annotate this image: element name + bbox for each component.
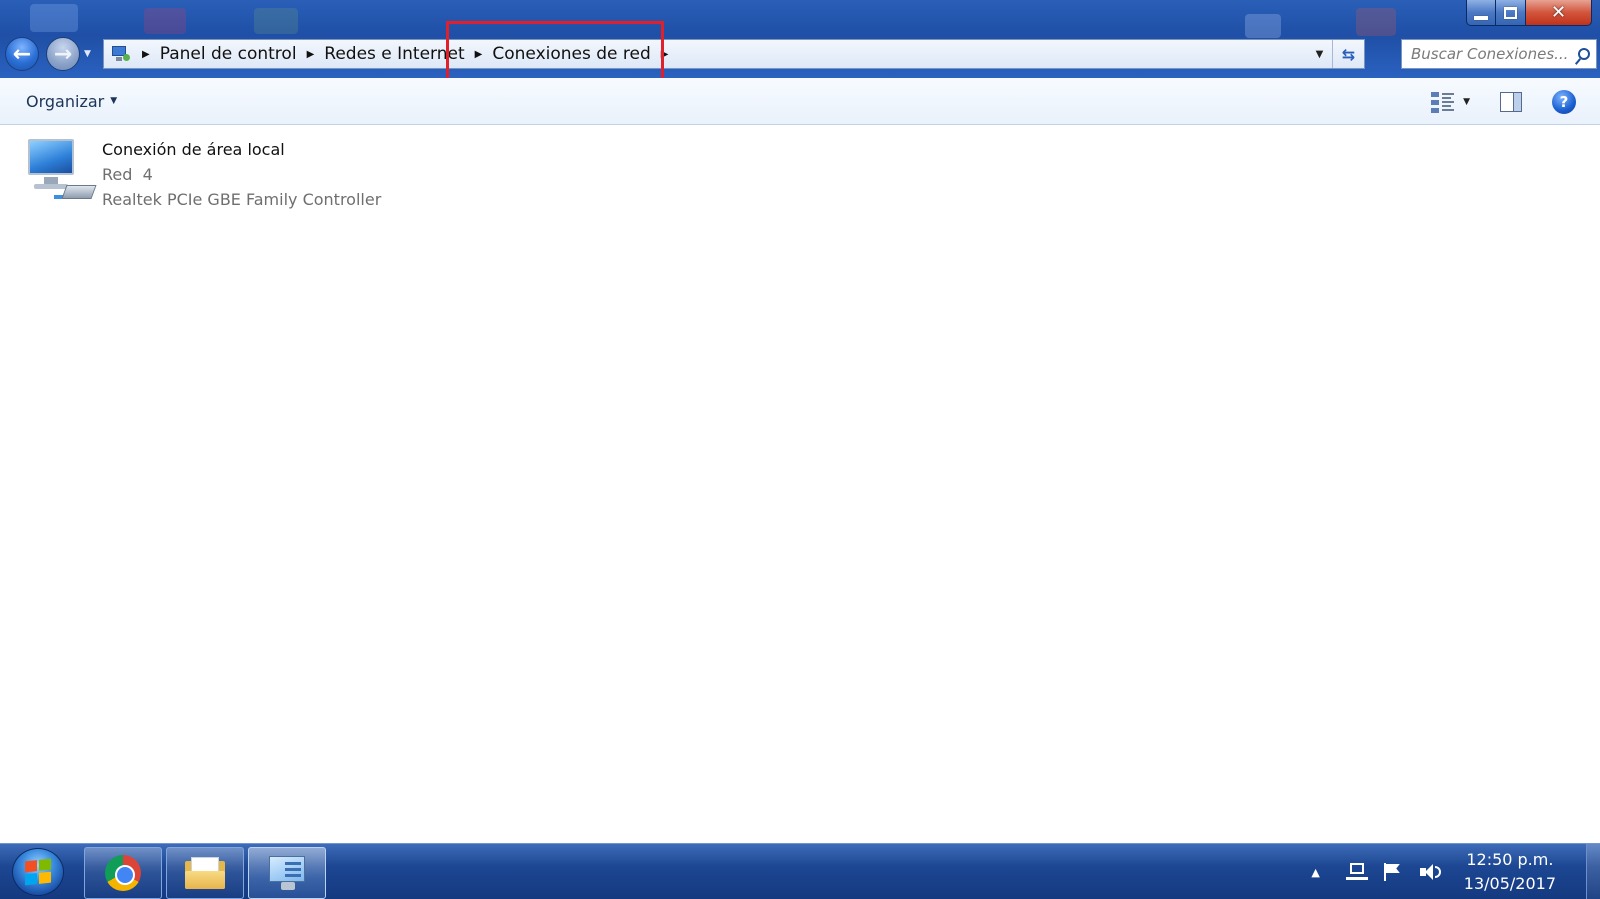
chevron-right-icon[interactable]: ▶ — [142, 49, 150, 60]
chrome-icon — [105, 855, 141, 891]
show-desktop-button[interactable] — [1586, 844, 1600, 899]
background-ghost — [1356, 8, 1396, 36]
system-tray: ▲ 12:50 p.m. 13/05/2017 — [1311, 844, 1600, 899]
clock-date: 13/05/2017 — [1463, 874, 1556, 893]
command-bar-right: ▼ ? — [1431, 78, 1600, 125]
taskbar-control-panel[interactable] — [248, 847, 326, 899]
background-ghost — [30, 4, 78, 32]
chevron-down-icon: ▼ — [110, 96, 118, 106]
clock-time: 12:50 p.m. — [1466, 850, 1554, 869]
close-button[interactable]: ✕ — [1526, 0, 1592, 26]
search-input[interactable] — [1402, 45, 1572, 63]
window-chrome: ✕ ← → ▼ ▶ Panel de control ▶ Redes e Int… — [0, 0, 1600, 78]
connections-list[interactable]: Conexión de área local Red 4 Realtek PCI… — [0, 125, 1600, 843]
volume-icon[interactable] — [1419, 863, 1442, 881]
help-icon: ? — [1559, 92, 1569, 111]
list-item-local-area-connection[interactable]: Conexión de área local Red 4 Realtek PCI… — [20, 137, 381, 212]
back-button[interactable]: ← — [5, 37, 39, 71]
search-box[interactable] — [1401, 39, 1597, 69]
chevron-right-icon[interactable]: ▶ — [475, 49, 483, 60]
recent-pages-dropdown[interactable]: ▼ — [84, 49, 91, 59]
windows-logo-icon — [25, 858, 51, 886]
chevron-right-icon[interactable]: ▶ — [661, 49, 669, 60]
connection-name: Conexión de área local — [102, 140, 285, 159]
taskbar-file-explorer[interactable] — [166, 847, 244, 899]
file-explorer-icon — [185, 857, 225, 889]
chevron-right-icon[interactable]: ▶ — [307, 49, 315, 60]
show-hidden-icons-button[interactable]: ▲ — [1311, 866, 1319, 879]
help-button[interactable]: ? — [1552, 89, 1576, 114]
organize-menu-button[interactable]: Organizar ▼ — [26, 92, 117, 111]
arrow-left-icon: ← — [12, 41, 32, 67]
breadcrumb-network-connections[interactable]: Conexiones de red — [492, 44, 650, 64]
view-options-dropdown[interactable]: ▼ — [1463, 97, 1470, 107]
maximize-button[interactable] — [1496, 0, 1526, 26]
network-connection-icon — [20, 137, 97, 209]
refresh-button[interactable]: ⇆ — [1332, 40, 1364, 68]
control-panel-icon — [267, 856, 307, 890]
arrow-right-icon: → — [53, 41, 73, 67]
background-ghost — [1245, 14, 1281, 38]
connection-network: Red 4 — [102, 165, 153, 184]
background-ghost — [144, 8, 186, 34]
breadcrumb-control-panel[interactable]: Panel de control — [160, 44, 297, 64]
minimize-button[interactable] — [1466, 0, 1496, 26]
address-bar[interactable]: ▶ Panel de control ▶ Redes e Internet ▶ … — [103, 39, 1365, 69]
change-view-button[interactable] — [1431, 91, 1455, 113]
breadcrumb-network-internet[interactable]: Redes e Internet — [324, 44, 464, 64]
clock[interactable]: 12:50 p.m. 13/05/2017 — [1464, 848, 1556, 896]
connection-details: Conexión de área local Red 4 Realtek PCI… — [102, 137, 381, 212]
search-button[interactable] — [1572, 48, 1596, 60]
taskbar-chrome[interactable] — [84, 847, 162, 899]
control-panel-icon — [110, 45, 132, 63]
minimize-icon — [1474, 15, 1488, 20]
taskbar: ▲ 12:50 p.m. 13/05/2017 — [0, 843, 1600, 899]
restore-icon — [1504, 6, 1517, 19]
action-center-flag-icon[interactable] — [1383, 863, 1402, 881]
preview-pane-button[interactable] — [1500, 91, 1522, 112]
search-icon — [1578, 48, 1590, 60]
forward-button[interactable]: → — [46, 37, 80, 71]
background-ghost — [254, 8, 298, 34]
network-tray-icon[interactable] — [1345, 863, 1368, 881]
window-controls: ✕ — [1466, 0, 1592, 26]
command-bar: Organizar ▼ ▼ ? — [0, 78, 1600, 125]
address-history-dropdown[interactable]: ▼ — [1306, 40, 1332, 68]
chevron-down-icon: ▼ — [1315, 48, 1324, 60]
organize-label: Organizar — [26, 91, 105, 111]
start-button[interactable] — [12, 848, 64, 896]
refresh-icon: ⇆ — [1341, 44, 1356, 64]
connection-adapter: Realtek PCIe GBE Family Controller — [102, 190, 382, 209]
close-icon: ✕ — [1550, 2, 1567, 23]
